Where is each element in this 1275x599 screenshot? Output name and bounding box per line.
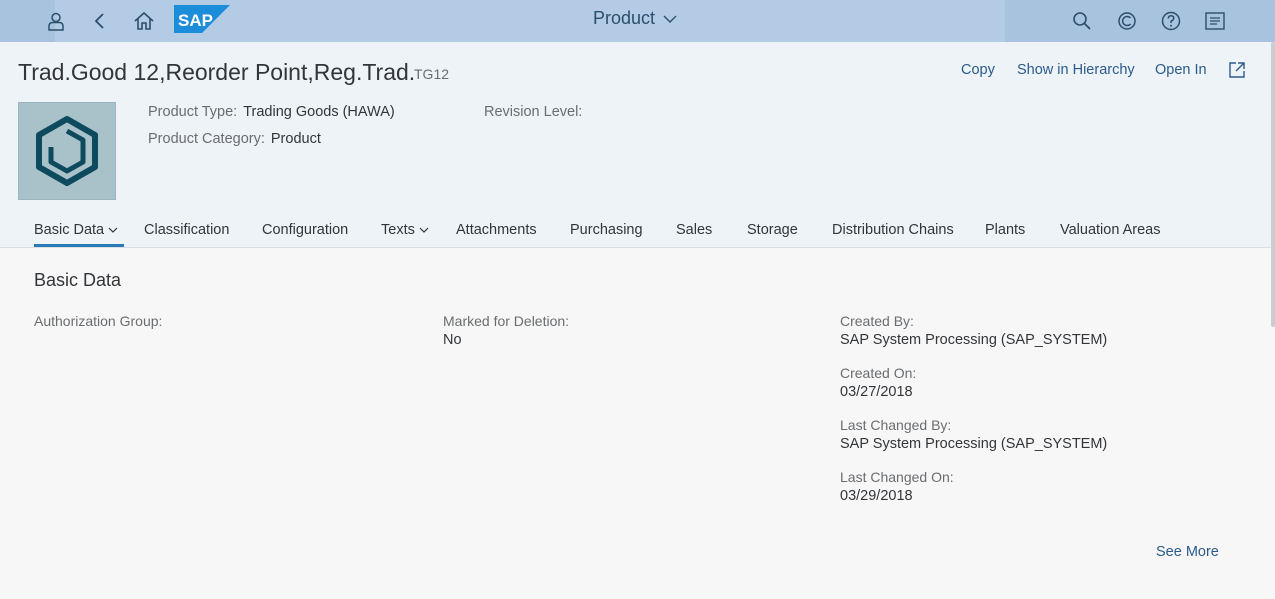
- product-category-value: Product: [270, 131, 321, 147]
- share-icon[interactable]: [1228, 61, 1246, 83]
- see-more-link[interactable]: See More: [1156, 544, 1219, 560]
- tab-classification[interactable]: Classification: [144, 222, 229, 238]
- product-category-label: Product Category:: [148, 131, 265, 147]
- last-changed-on-value: 03/29/2018: [840, 488, 913, 504]
- product-image: [18, 102, 116, 200]
- search-icon[interactable]: [1067, 6, 1097, 36]
- page-title: Trad.Good 12,Reorder Point,Reg.Trad.: [18, 59, 416, 85]
- marked-for-deletion-label: Marked for Deletion:: [443, 313, 570, 329]
- created-on-label: Created On:: [840, 365, 917, 381]
- help-icon[interactable]: [1156, 6, 1186, 36]
- sap-logo[interactable]: SAP: [174, 5, 230, 33]
- copy-button[interactable]: Copy: [961, 62, 995, 78]
- tab-divider: [0, 247, 1275, 248]
- last-changed-by-label: Last Changed By:: [840, 417, 952, 433]
- active-tab-indicator: [34, 244, 124, 247]
- tab-bar: Basic Data Classification Configuration …: [0, 214, 1275, 248]
- app-title-menu[interactable]: Product: [593, 8, 677, 29]
- back-icon[interactable]: [85, 6, 115, 36]
- marked-for-deletion-value: No: [443, 332, 462, 348]
- chevron-down-icon: [663, 14, 677, 24]
- last-changed-on-label: Last Changed On:: [840, 469, 954, 485]
- chevron-down-icon: [108, 222, 118, 238]
- product-type-value: Trading Goods (HAWA): [243, 104, 395, 120]
- scrollbar[interactable]: [1271, 42, 1275, 327]
- tab-basic-data[interactable]: Basic Data: [34, 222, 118, 238]
- tab-label: Texts: [381, 222, 415, 238]
- revision-level-attribute: Revision Level:: [484, 104, 582, 120]
- product-id: TG12: [414, 66, 450, 82]
- product-category-attribute: Product Category: Product: [148, 131, 321, 147]
- tab-sales[interactable]: Sales: [676, 222, 712, 238]
- app-title: Product: [593, 8, 656, 28]
- product-type-attribute: Product Type: Trading Goods (HAWA): [148, 104, 395, 120]
- open-in-button[interactable]: Open In: [1155, 62, 1207, 78]
- copilot-icon[interactable]: [1112, 6, 1142, 36]
- tab-label: Basic Data: [34, 222, 105, 238]
- tab-plants[interactable]: Plants: [985, 222, 1025, 238]
- notifications-icon[interactable]: [1200, 6, 1230, 36]
- last-changed-by-value: SAP System Processing (SAP_SYSTEM): [840, 436, 1108, 452]
- created-by-value: SAP System Processing (SAP_SYSTEM): [840, 332, 1108, 348]
- revision-level-label: Revision Level:: [484, 104, 583, 120]
- tab-configuration[interactable]: Configuration: [262, 222, 348, 238]
- tab-storage[interactable]: Storage: [747, 222, 798, 238]
- sap-logo-text: SAP: [178, 11, 213, 30]
- chevron-down-icon: [419, 222, 429, 238]
- tab-purchasing[interactable]: Purchasing: [570, 222, 643, 238]
- show-in-hierarchy-button[interactable]: Show in Hierarchy: [1017, 62, 1135, 78]
- created-by-label: Created By:: [840, 313, 914, 329]
- shell-bar: SAP Product: [0, 0, 1275, 42]
- created-on-value: 03/27/2018: [840, 384, 913, 400]
- tab-valuation-areas[interactable]: Valuation Areas: [1060, 222, 1161, 238]
- tab-distribution-chains[interactable]: Distribution Chains: [832, 222, 954, 238]
- user-icon[interactable]: [41, 6, 71, 36]
- section-title: Basic Data: [34, 270, 122, 290]
- home-icon[interactable]: [129, 6, 159, 36]
- tab-attachments[interactable]: Attachments: [456, 222, 537, 238]
- product-icon: [36, 116, 98, 186]
- product-type-label: Product Type:: [148, 104, 238, 120]
- authorization-group-label: Authorization Group:: [34, 313, 163, 329]
- tab-texts[interactable]: Texts: [381, 222, 429, 238]
